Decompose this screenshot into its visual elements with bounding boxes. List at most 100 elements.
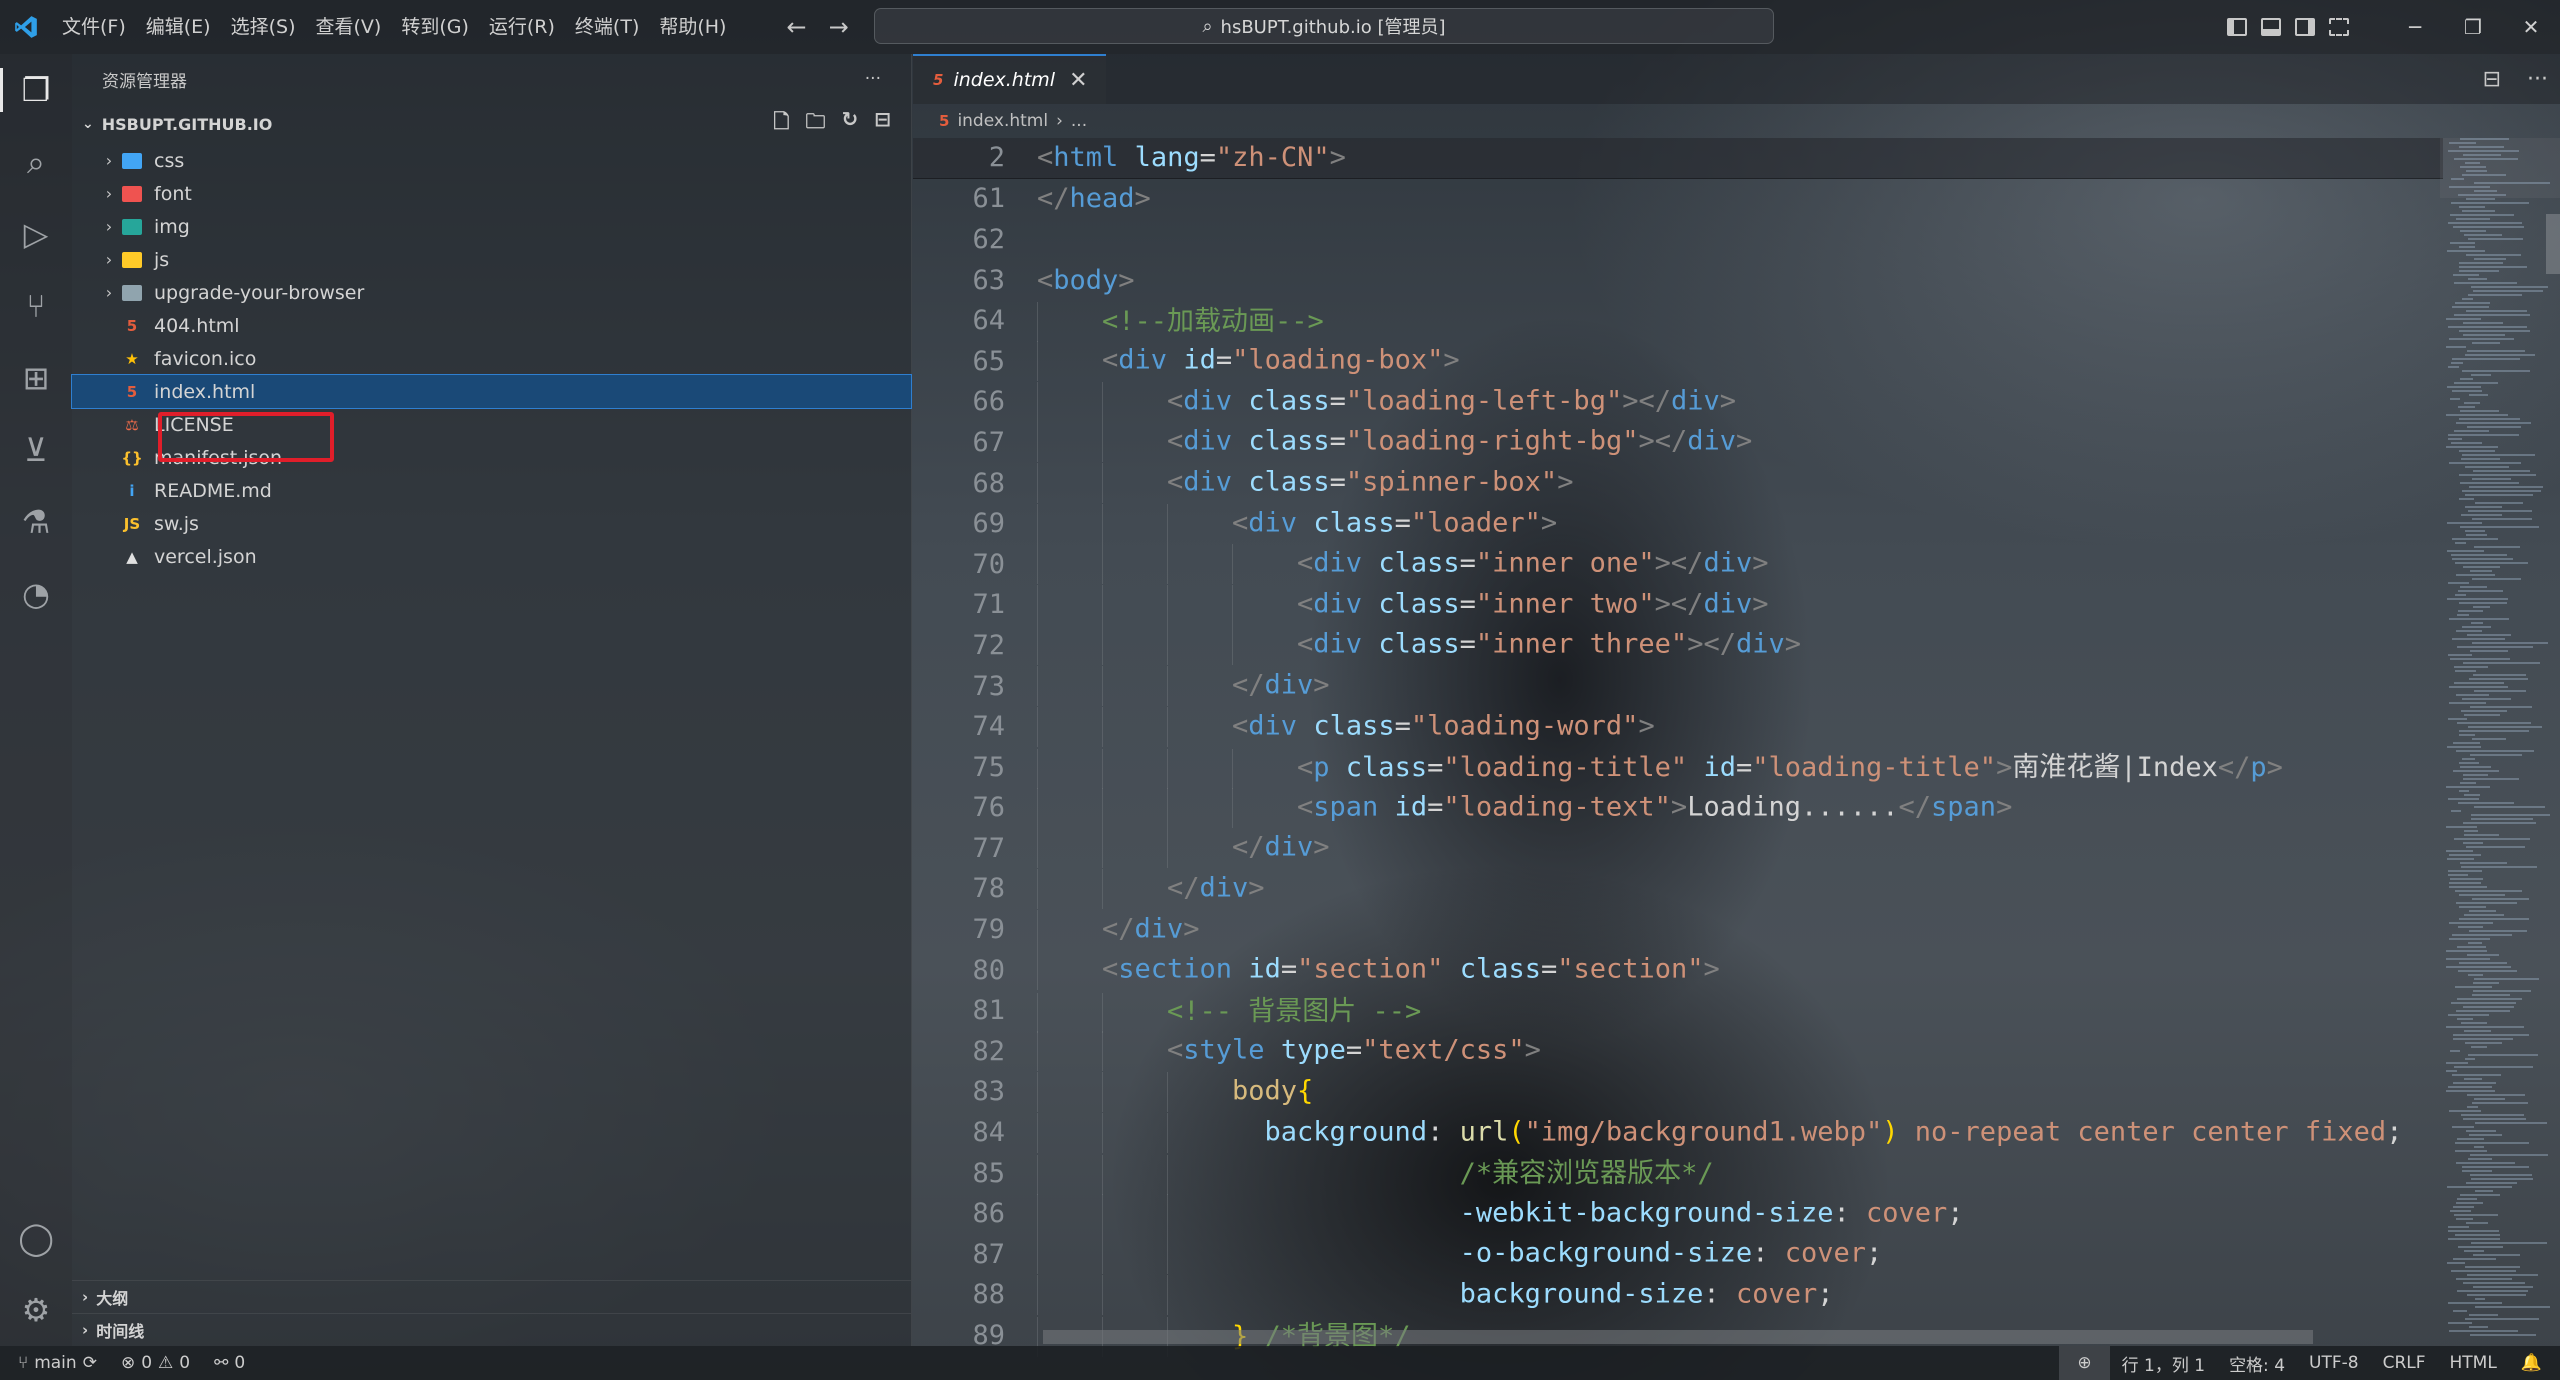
- minimap-line: [2456, 218, 2490, 220]
- code-editor[interactable]: 2 <html lang="zh-CN"> 61 </head> 62 63 <body> 6…: [913, 138, 2443, 1358]
- language-mode[interactable]: HTML: [2438, 1346, 2509, 1380]
- minimap-line: [2462, 298, 2473, 300]
- tree-file[interactable]: i README.md: [72, 474, 911, 507]
- minimap-line: [2469, 1134, 2502, 1136]
- minimap-line: [2448, 798, 2479, 800]
- tab-index-html[interactable]: 5 index.html ✕: [913, 54, 1106, 104]
- tree-folder[interactable]: › upgrade-your-browser: [72, 276, 911, 309]
- minimap[interactable]: [2440, 138, 2560, 1346]
- close-tab-icon[interactable]: ✕: [1069, 68, 1087, 93]
- tree-file[interactable]: 5 404.html: [72, 309, 911, 342]
- menu-item[interactable]: 查看(V): [306, 0, 392, 54]
- minimap-line: [2469, 1326, 2488, 1328]
- new-file-icon[interactable]: 🗋: [773, 107, 789, 141]
- minimap-line: [2462, 210, 2495, 212]
- tree-folder[interactable]: › js: [72, 243, 911, 276]
- source-control-icon[interactable]: ⑂: [0, 270, 72, 342]
- sync-icon[interactable]: ⟳: [83, 1353, 97, 1373]
- outline-section[interactable]: › 大纲: [72, 1280, 911, 1313]
- code-token: div: [1687, 425, 1737, 457]
- code-token: <: [1037, 142, 1054, 174]
- close-window-button[interactable]: ✕: [2502, 0, 2560, 54]
- minimap-line: [2450, 1210, 2471, 1212]
- new-folder-icon[interactable]: 🗀: [805, 107, 825, 141]
- indent-guide: [1102, 1071, 1167, 1112]
- zoom-icon[interactable]: ⊕: [2059, 1346, 2110, 1380]
- tree-file[interactable]: JS sw.js: [72, 507, 911, 540]
- indentation[interactable]: 空格: 4: [2217, 1346, 2297, 1380]
- line-number: 71: [972, 589, 1005, 621]
- tree-file[interactable]: ★ favicon.ico: [72, 342, 911, 375]
- indent-guide: [1037, 1234, 1102, 1275]
- horizontal-scrollbar[interactable]: [1043, 1330, 2313, 1344]
- timeline-section[interactable]: › 时间线: [72, 1313, 911, 1346]
- code-token: >: [1784, 628, 1802, 660]
- remote-explorer-icon[interactable]: ⊻: [0, 414, 72, 486]
- cursor-position[interactable]: 行 1，列 1: [2110, 1346, 2217, 1380]
- menu-item[interactable]: 转到(G): [391, 0, 479, 54]
- tree-file[interactable]: ▲ vercel.json: [72, 540, 911, 573]
- live-share-icon[interactable]: ◔: [0, 558, 72, 630]
- code-token: Loading......: [1687, 791, 1899, 823]
- notifications-icon[interactable]: 🔔: [2509, 1346, 2560, 1380]
- menu-item[interactable]: 运行(R): [479, 0, 565, 54]
- more-actions-icon[interactable]: ···: [865, 69, 881, 89]
- minimap-line: [2460, 782, 2476, 784]
- breadcrumb-more[interactable]: ...: [1071, 111, 1087, 131]
- minimap-line: [2453, 1038, 2513, 1040]
- customize-layout-icon[interactable]: [2322, 0, 2356, 54]
- minimap-line: [2447, 858, 2474, 860]
- toggle-primary-sidebar-icon[interactable]: [2220, 0, 2254, 54]
- refresh-icon[interactable]: ↻: [841, 107, 858, 141]
- vertical-scrollbar[interactable]: [2546, 214, 2560, 274]
- more-actions-icon[interactable]: ···: [2527, 67, 2548, 92]
- code-token: </: [1232, 831, 1265, 863]
- explorer-icon[interactable]: ❐: [0, 54, 72, 126]
- settings-gear-icon[interactable]: ⚙: [0, 1274, 72, 1346]
- ports-indicator[interactable]: ⚯ 0: [202, 1346, 257, 1380]
- code-token: {: [1297, 1075, 1314, 1107]
- search-icon[interactable]: ⌕: [0, 126, 72, 198]
- code-text: <div class="loader">: [1005, 503, 1557, 544]
- back-arrow-icon[interactable]: ←: [786, 13, 806, 41]
- menu-item[interactable]: 编辑(E): [136, 0, 221, 54]
- tree-folder[interactable]: › font: [72, 177, 911, 210]
- end-of-line[interactable]: CRLF: [2371, 1346, 2438, 1380]
- toggle-panel-icon[interactable]: [2254, 0, 2288, 54]
- code-token: "loading-title": [1443, 752, 1688, 784]
- line-number: 70: [972, 548, 1005, 580]
- extensions-icon[interactable]: ⊞: [0, 342, 72, 414]
- indent-guide: [1102, 544, 1167, 585]
- split-editor-icon[interactable]: ⊟: [2483, 67, 2501, 92]
- branch-indicator[interactable]: ⑂ main ⟳: [0, 1346, 109, 1380]
- code-token: <: [1167, 425, 1184, 457]
- breadcrumb-file[interactable]: index.html: [957, 111, 1048, 131]
- minimap-line: [2460, 526, 2539, 528]
- menu-item[interactable]: 帮助(H): [649, 0, 736, 54]
- code-token: =: [1394, 507, 1411, 539]
- tree-folder[interactable]: › css: [72, 144, 911, 177]
- toggle-secondary-sidebar-icon[interactable]: [2288, 0, 2322, 54]
- menu-item[interactable]: 文件(F): [52, 0, 136, 54]
- encoding[interactable]: UTF-8: [2297, 1346, 2371, 1380]
- menu-item[interactable]: 终端(T): [565, 0, 649, 54]
- code-token: div: [1703, 588, 1753, 620]
- tree-file[interactable]: 5 index.html: [71, 374, 912, 409]
- minimize-button[interactable]: ─: [2386, 0, 2444, 54]
- problems-indicator[interactable]: ⊗ 0 ⚠ 0: [109, 1346, 202, 1380]
- run-debug-icon[interactable]: ▷: [0, 198, 72, 270]
- tree-folder[interactable]: › img: [72, 210, 911, 243]
- command-center-search[interactable]: ⌕ hsBUPT.github.io [管理员]: [874, 8, 1774, 44]
- code-token: lang: [1134, 142, 1200, 174]
- minimap-line: [2447, 250, 2485, 252]
- menu-item[interactable]: 选择(S): [221, 0, 306, 54]
- collapse-all-icon[interactable]: ⊟: [874, 107, 891, 141]
- account-icon[interactable]: ◯: [0, 1202, 72, 1274]
- minimap-line: [2447, 550, 2484, 552]
- restore-button[interactable]: ❐: [2444, 0, 2502, 54]
- forward-arrow-icon[interactable]: →: [829, 13, 849, 41]
- indent-guide: [1037, 463, 1102, 504]
- workspace-root-header[interactable]: ⌄ HSBUPT.GITHUB.IO 🗋 🗀 ↻ ⊟: [72, 104, 911, 144]
- testing-icon[interactable]: ⚗: [0, 486, 72, 558]
